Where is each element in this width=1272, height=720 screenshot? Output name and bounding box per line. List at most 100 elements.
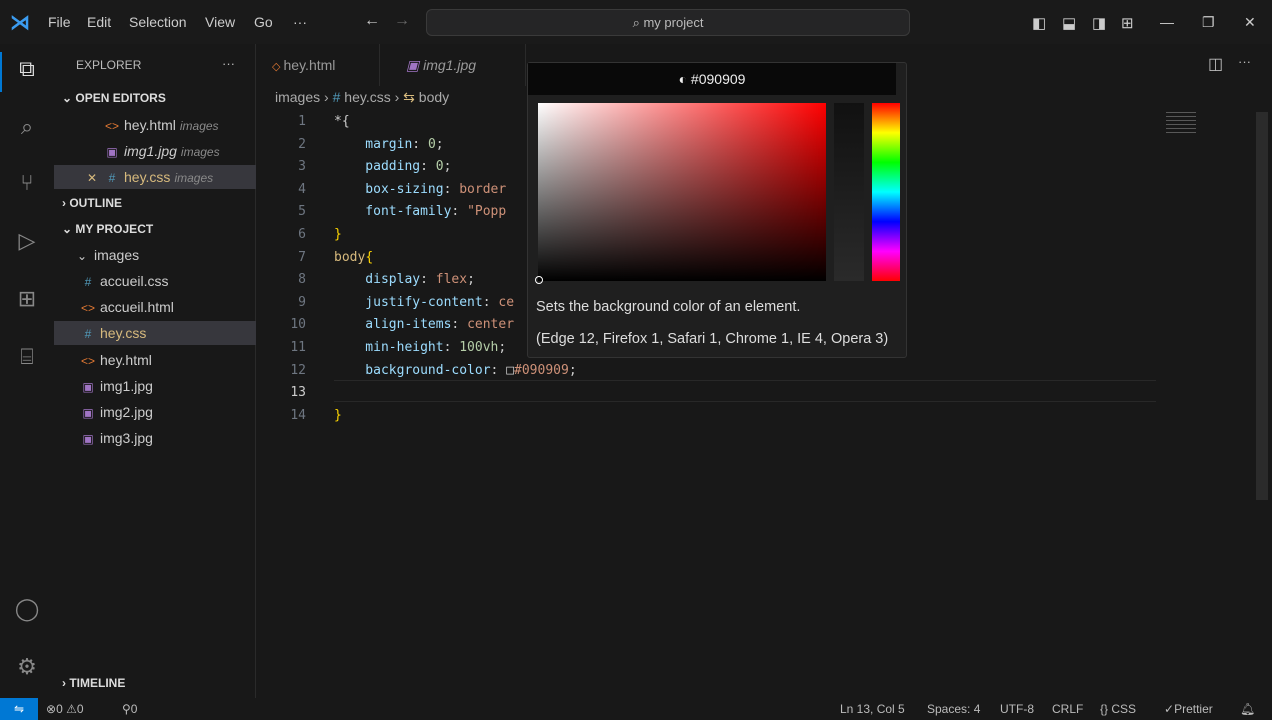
code-line[interactable]: padding: 0; [334,159,451,174]
code-line[interactable]: box-sizing: border [334,182,506,197]
code-token: : [482,294,499,310]
file-item[interactable]: ▣ img3.jpg [54,426,256,450]
toggle-panel-icon[interactable]: ⬓ [1062,14,1076,32]
notifications-bell-icon[interactable]: 🔔︎ [1240,698,1255,720]
menu-edit[interactable]: Edit [87,14,111,30]
remote-indicator-icon[interactable]: ⇋ [0,698,38,720]
code-line[interactable]: body{ [334,250,373,265]
open-editor-item-active[interactable]: ✕ # hey.css images [54,165,256,189]
menu-selection[interactable]: Selection [129,14,187,30]
split-editor-icon[interactable]: ◫ [1208,54,1223,74]
encoding[interactable]: UTF-8 [1000,698,1034,720]
testing-icon[interactable]: ⌸ [12,342,42,372]
status-bar: ⇋ ⊗0 ⚠0 ⚲0 Ln 13, Col 5 Spaces: 4 UTF-8 … [0,698,1272,720]
check-icon: ✓ [1164,702,1175,716]
source-control-icon[interactable]: ⑂ [12,168,42,198]
explorer-icon[interactable]: ⧉ [12,54,42,84]
breadcrumb-file[interactable]: hey.css [344,89,390,105]
code-line[interactable]: background-color: □#090909; [334,363,576,378]
code-line[interactable]: font-family: "Popp [334,204,506,219]
tab-hey-html[interactable]: ◇ hey.html [256,44,380,86]
code-token: { [365,249,374,265]
more-actions-icon[interactable]: ··· [1238,54,1251,69]
line-number: 5 [298,204,306,220]
file-name: img3.jpg [100,430,153,447]
code-line[interactable]: align-items: center [334,317,514,332]
file-name: hey.css [124,169,171,185]
search-icon[interactable]: ⌕ [12,112,42,142]
saturation-handle[interactable] [535,276,543,284]
prettier-status[interactable]: ✓Prettier [1164,698,1213,720]
timeline-header[interactable]: › TIMELINE [62,676,125,690]
file-type-icon: # [84,327,92,342]
file-item[interactable]: # accueil.css [54,269,256,293]
code-token: min-height [334,340,444,355]
color-picker-header[interactable]: ◐ #090909 [528,63,896,95]
file-item[interactable]: # hey.css [54,321,256,346]
color-picker-widget: ◐ #090909 Sets the background color of a… [527,62,907,358]
image-file-icon: ▣ [106,145,118,159]
breadcrumb-folder[interactable]: images [275,89,320,105]
prettier-label: Prettier [1174,702,1213,716]
code-token: "Popp [467,204,507,220]
folder-images[interactable]: ⌄ images [54,243,256,267]
menu-view[interactable]: View [205,14,235,30]
code-line[interactable]: *{ [334,114,350,129]
restore-icon[interactable]: ❐ [1202,14,1215,31]
file-item[interactable]: <> accueil.html [54,295,256,319]
breadcrumb-symbol[interactable]: body [419,89,449,105]
vscode-logo-icon: ⋊ [10,12,30,34]
language-mode[interactable]: {} CSS [1100,698,1136,720]
code-line[interactable]: display: flex; [334,272,475,287]
open-editor-item[interactable]: <> hey.html images [54,113,256,137]
code-line[interactable]: justify-content: ce [334,295,514,310]
code-line[interactable]: } [334,408,342,423]
close-icon[interactable]: ✕ [1244,14,1256,31]
toggle-sidebar-icon[interactable]: ◧ [1032,14,1046,32]
close-editor-icon[interactable]: ✕ [84,166,100,190]
accounts-icon[interactable]: ◯ [12,594,42,624]
hue-strip[interactable] [872,103,900,281]
css-file-icon: # [108,171,116,185]
outline-header[interactable]: › OUTLINE [62,196,122,210]
minimap[interactable] [1166,112,1196,134]
saturation-box[interactable] [535,103,826,284]
code-line[interactable]: } [334,227,342,242]
opacity-strip[interactable] [834,103,864,281]
run-debug-icon[interactable]: ▷ [12,226,42,256]
editor-scrollbar[interactable] [1256,112,1268,500]
tab-img1-jpg[interactable]: ▣ img1.jpg [390,44,526,86]
project-header[interactable]: ⌄ MY PROJECT [62,222,153,236]
code-token: : [420,159,436,175]
open-editors-header[interactable]: ⌄ OPEN EDITORS [62,91,166,105]
open-editor-item[interactable]: ▣ img1.jpg images [54,139,256,163]
cursor-position[interactable]: Ln 13, Col 5 [840,698,905,720]
file-type-icon: ▣ [82,379,94,394]
file-item[interactable]: <> hey.html [54,348,256,372]
code-token: : [420,272,436,288]
menu-go[interactable]: Go [254,14,273,30]
line-ending[interactable]: CRLF [1052,698,1083,720]
minimize-icon[interactable]: — [1160,14,1174,30]
menu-more[interactable]: ··· [293,14,307,30]
command-center-search[interactable]: ⌕ my project [426,9,910,36]
extensions-icon[interactable]: ⊞ [12,284,42,314]
forward-arrow-icon[interactable]: → [394,12,410,30]
line-number: 2 [298,136,306,152]
timeline-label: TIMELINE [69,676,126,690]
file-item[interactable]: ▣ img1.jpg [54,374,256,398]
file-item[interactable]: ▣ img2.jpg [54,400,256,424]
active-indicator [0,52,2,92]
problems-indicator[interactable]: ⊗0 ⚠0 [46,698,84,720]
customize-layout-icon[interactable]: ⊞ [1121,14,1134,32]
back-arrow-icon[interactable]: ← [364,12,380,30]
menu-file[interactable]: File [48,14,71,30]
ports-indicator[interactable]: ⚲0 [122,698,137,720]
code-line[interactable]: margin: 0; [334,137,443,152]
explorer-more-button[interactable]: ··· [222,56,235,71]
indentation[interactable]: Spaces: 4 [927,698,980,720]
toggle-secondary-sidebar-icon[interactable]: ◨ [1092,14,1106,32]
title-bar: ⋊ File Edit Selection View Go ··· ← → ⌕ … [0,0,1272,44]
code-line[interactable]: min-height: 100vh; [334,340,506,355]
settings-gear-icon[interactable]: ⚙ [12,652,42,682]
